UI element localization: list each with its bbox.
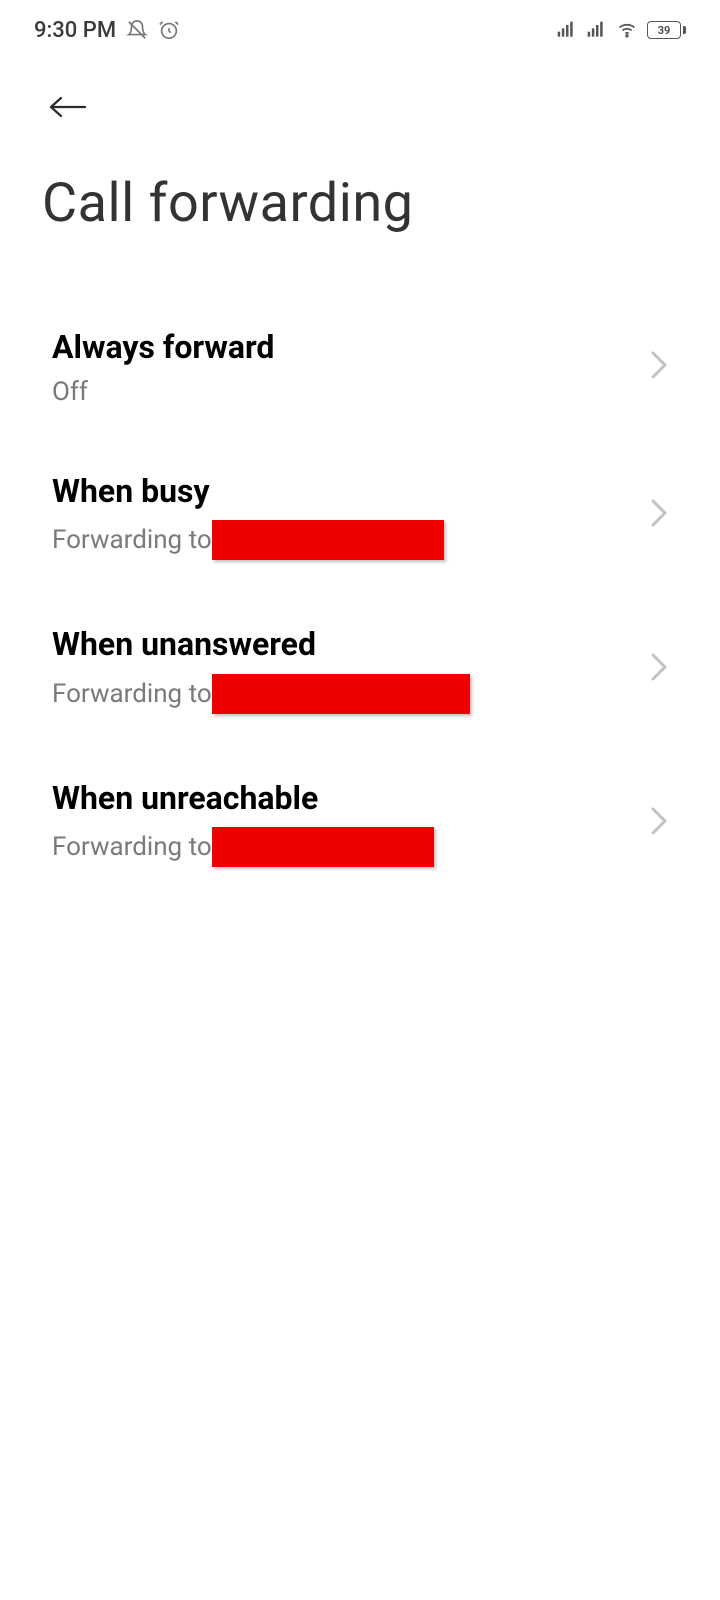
redacted-number <box>212 520 444 560</box>
row-sub-prefix: Forwarding to <box>52 679 212 709</box>
redacted-number <box>212 827 434 867</box>
mute-icon <box>126 19 148 41</box>
row-title: When unanswered <box>52 624 638 666</box>
row-subtitle: Forwarding to <box>52 520 638 560</box>
signal-1-icon <box>555 20 577 40</box>
setting-row-unanswered[interactable]: When unanswered Forwarding to <box>42 592 678 746</box>
chevron-right-icon <box>650 806 668 840</box>
chevron-right-icon <box>650 652 668 686</box>
arrow-left-icon <box>48 111 88 126</box>
battery-icon: 39 <box>647 21 686 39</box>
row-subtitle: Forwarding to <box>52 827 638 867</box>
setting-row-unreachable[interactable]: When unreachable Forwarding to <box>42 746 678 900</box>
status-left: 9:30 PM <box>34 18 180 43</box>
battery-percent: 39 <box>658 24 671 37</box>
row-subtitle: Forwarding to <box>52 674 638 714</box>
signal-2-icon <box>585 20 607 40</box>
alarm-icon <box>158 19 180 41</box>
row-title: When busy <box>52 471 638 513</box>
row-sub-prefix: Forwarding to <box>52 832 212 862</box>
row-text: When busy Forwarding to <box>52 471 638 561</box>
row-subtitle: Off <box>52 377 638 407</box>
row-sub-prefix: Forwarding to <box>52 525 212 555</box>
back-button[interactable] <box>42 85 94 132</box>
row-title: When unreachable <box>52 778 638 820</box>
row-sub-prefix: Off <box>52 377 88 407</box>
status-bar: 9:30 PM <box>0 0 720 50</box>
row-text: When unreachable Forwarding to <box>52 778 638 868</box>
chevron-right-icon <box>650 498 668 532</box>
setting-row-busy[interactable]: When busy Forwarding to <box>42 439 678 593</box>
row-text: When unanswered Forwarding to <box>52 624 638 714</box>
page-title: Call forwarding <box>0 132 720 295</box>
chevron-right-icon <box>650 350 668 384</box>
row-text: Always forward Off <box>52 327 638 407</box>
setting-row-always[interactable]: Always forward Off <box>42 295 678 439</box>
wifi-icon <box>615 20 639 40</box>
redacted-number <box>212 674 470 714</box>
settings-list: Always forwardOffWhen busyForwarding toW… <box>0 295 720 899</box>
status-time: 9:30 PM <box>34 18 116 43</box>
status-right: 39 <box>555 20 686 40</box>
row-title: Always forward <box>52 327 638 369</box>
